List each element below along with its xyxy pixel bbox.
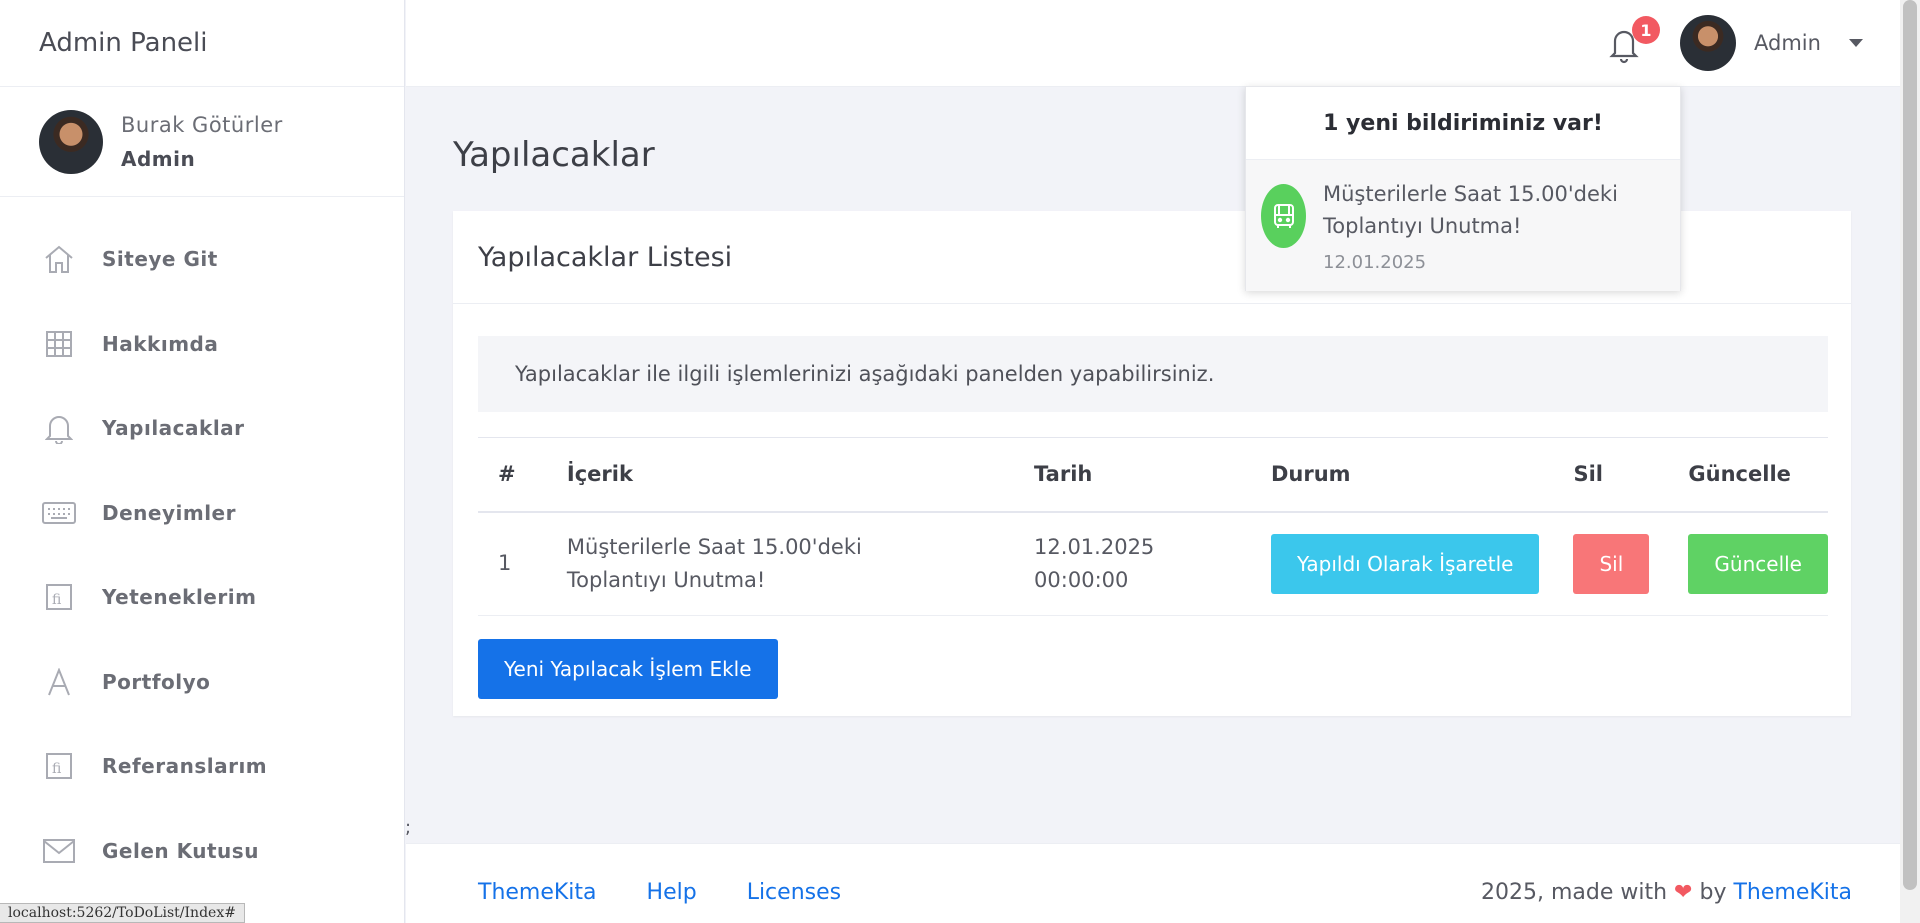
keyboard-icon [40, 496, 78, 530]
sidebar-item-siteye-git[interactable]: Siteye Git [0, 217, 404, 302]
sidebar-item-label: Siteye Git [102, 247, 218, 272]
footer: ThemeKita Help Licenses 2025, made with … [406, 843, 1900, 923]
brand[interactable]: Admin Paneli [0, 0, 404, 87]
caret-down-icon [1848, 39, 1863, 47]
svg-text:fi: fi [52, 761, 62, 777]
fi-icon: fi [40, 749, 78, 783]
notification-count-badge: 1 [1632, 16, 1660, 44]
notification-title: 1 yeni bildiriminiz var! [1246, 87, 1680, 160]
sidebar-item-gelen-kutusu[interactable]: Gelen Kutusu [0, 809, 404, 894]
sidebar-nav: Siteye Git Hakkımda Yapılacaklar Deneyim… [0, 197, 404, 893]
profile-name: Admin [1754, 31, 1821, 55]
avatar [39, 109, 103, 174]
scrollbar-thumb[interactable] [1903, 0, 1917, 890]
footer-links: ThemeKita Help Licenses [478, 880, 841, 905]
profile-menu[interactable]: Admin [1680, 15, 1863, 71]
todo-table: # İçerik Tarih Durum Sil Güncelle 1 Müşt… [478, 437, 1828, 616]
svg-text:fi: fi [52, 592, 62, 608]
sidebar-item-portfolyo[interactable]: Portfolyo [0, 640, 404, 725]
notification-time: 12.01.2025 [1323, 252, 1427, 273]
footer-by: by [1699, 880, 1727, 905]
sidebar-item-yeteneklerim[interactable]: fi Yeteneklerim [0, 555, 404, 640]
row-date: 12.01.2025 00:00:00 [1014, 511, 1251, 616]
bell-icon [40, 411, 78, 445]
sidebar-item-label: Hakkımda [102, 331, 219, 356]
footer-link-licenses[interactable]: Licenses [747, 880, 841, 905]
sidebar-user-name: Burak Götürler [121, 112, 283, 137]
sidebar-item-label: Deneyimler [102, 500, 236, 525]
table-header: İçerik [546, 437, 1015, 513]
grid-icon [40, 327, 78, 361]
heart-icon: ❤ [1674, 880, 1693, 905]
sidebar-user-role: Admin [121, 146, 196, 171]
browser-status-bar: localhost:5262/ToDoList/Index# [0, 903, 245, 923]
sidebar-item-label: Yapılacaklar [102, 416, 245, 441]
row-delete-cell: Sil [1553, 511, 1669, 616]
notification-dropdown: 1 yeni bildiriminiz var! Müşterilerle Sa… [1245, 86, 1681, 291]
add-todo-button[interactable]: Yeni Yapılacak İşlem Ekle [478, 639, 778, 699]
sidebar-item-label: Gelen Kutusu [102, 838, 259, 863]
sidebar-item-label: Portfolyo [102, 669, 211, 694]
envelope-icon [40, 834, 78, 868]
table-header: Tarih [1014, 437, 1251, 513]
top-header: 1 Admin [406, 0, 1900, 87]
app-title: Admin Paneli [39, 28, 208, 58]
scrollbar[interactable] [1900, 0, 1920, 923]
sidebar-item-referanslarim[interactable]: fi Referanslarım [0, 724, 404, 809]
sidebar-item-deneyimler[interactable]: Deneyimler [0, 471, 404, 556]
table-header: Sil [1553, 437, 1669, 513]
footer-made-with: 2025, made with [1480, 880, 1668, 905]
sidebar-item-yapilacaklar[interactable]: Yapılacaklar [0, 386, 404, 471]
update-button[interactable]: Güncelle [1688, 533, 1828, 594]
row-content: Müşterilerle Saat 15.00'deki Toplantıyı … [546, 511, 1015, 616]
info-alert: Yapılacaklar ile ilgili işlemlerinizi aş… [478, 336, 1828, 412]
bus-icon [1261, 184, 1306, 248]
letter-a-icon [40, 665, 78, 699]
sidebar-user[interactable]: Burak Götürler Admin [0, 87, 404, 197]
table-header: Durum [1250, 437, 1554, 513]
row-update-cell: Güncelle [1668, 511, 1828, 616]
sidebar-item-label: Referanslarım [102, 754, 268, 779]
home-icon [40, 242, 78, 276]
avatar [1680, 15, 1736, 71]
table-header: Güncelle [1668, 437, 1828, 513]
sidebar: Admin Paneli Burak Götürler Admin Siteye… [0, 0, 405, 923]
notification-item[interactable]: Müşterilerle Saat 15.00'deki Toplantıyı … [1246, 160, 1680, 291]
table-row: 1 Müşterilerle Saat 15.00'deki Toplantıy… [478, 511, 1828, 616]
footer-copyright: 2025, made with ❤ by ThemeKita [1481, 880, 1852, 905]
footer-brand-link[interactable]: ThemeKita [1733, 880, 1852, 905]
table-header: # [478, 437, 547, 513]
sidebar-item-hakkimda[interactable]: Hakkımda [0, 302, 404, 387]
stray-text: ; [405, 817, 412, 838]
footer-link-themekita[interactable]: ThemeKita [478, 880, 597, 905]
sidebar-item-label: Yeteneklerim [102, 585, 257, 610]
notification-message: Müşterilerle Saat 15.00'deki Toplantıyı … [1323, 182, 1618, 238]
row-status-cell: Yapıldı Olarak İşaretle [1250, 511, 1554, 616]
page-title: Yapılacaklar [453, 135, 655, 175]
mark-done-button[interactable]: Yapıldı Olarak İşaretle [1270, 533, 1540, 594]
delete-button[interactable]: Sil [1573, 533, 1650, 594]
card-title: Yapılacaklar Listesi [478, 241, 733, 273]
row-number: 1 [478, 511, 547, 616]
fi-icon: fi [40, 580, 78, 614]
footer-link-help[interactable]: Help [647, 880, 697, 905]
